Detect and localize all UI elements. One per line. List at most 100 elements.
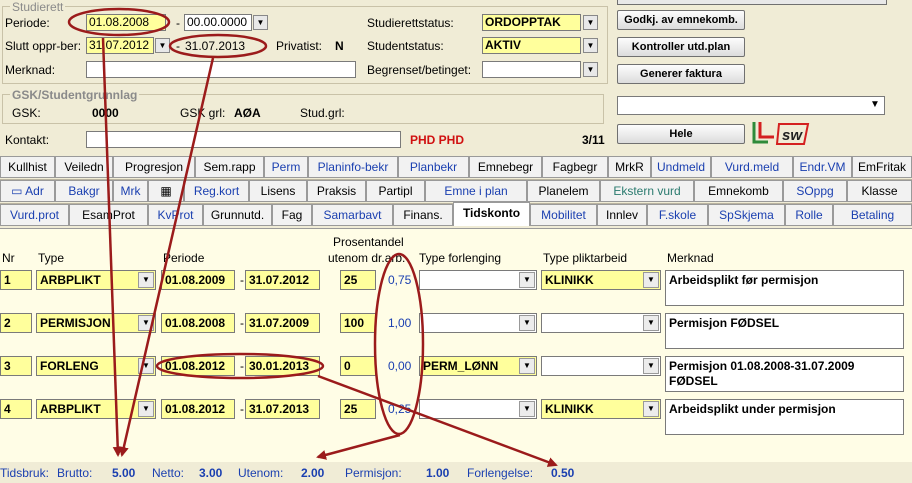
row-type-select[interactable]: ARBPLIKT ▼ [36, 270, 156, 290]
row-plikt-select[interactable]: ▼ [541, 356, 661, 376]
tab-ekstern-vurd[interactable]: Ekstern vurd [600, 180, 694, 202]
tab-planbekr[interactable]: Planbekr [398, 156, 469, 178]
begrenset-dropdown-button[interactable]: ▼ [583, 62, 598, 77]
chevron-down-icon[interactable]: ▼ [643, 401, 659, 417]
row-percent[interactable]: 25 [340, 399, 376, 419]
row-merknad-textarea[interactable]: Arbeidsplikt før permisjon [665, 270, 904, 306]
row-type-select[interactable]: ARBPLIKT ▼ [36, 399, 156, 419]
tab-tidskonto[interactable]: Tidskonto [453, 202, 530, 226]
row-merknad-textarea[interactable]: Permisjon 01.08.2008-31.07.2009 FØDSEL [665, 356, 904, 392]
tab-reg-kort[interactable]: Reg.kort [184, 180, 249, 202]
tab-rolle[interactable]: Rolle [785, 204, 833, 226]
row-merknad-textarea[interactable]: Permisjon FØDSEL [665, 313, 904, 349]
generer-faktura-button[interactable]: Generer faktura [617, 64, 745, 84]
tab-sem-rapp[interactable]: Sem.rapp [195, 156, 264, 178]
tab-emne-i-plan[interactable]: Emne i plan [425, 180, 527, 202]
chevron-down-icon[interactable]: ▼ [643, 272, 659, 288]
chevron-down-icon[interactable]: ▼ [519, 358, 535, 374]
row-plikt-select[interactable]: KLINIKK ▼ [541, 270, 661, 290]
row-from-date[interactable]: 01.08.2012 [161, 399, 235, 419]
row-to-date[interactable]: 30.01.2013 [245, 356, 320, 376]
row-forlenging-select[interactable]: ▼ [419, 399, 537, 419]
tab-vurd-meld[interactable]: Vurd.meld [711, 156, 793, 178]
tab-fag[interactable]: Fag [272, 204, 312, 226]
tab-soppg[interactable]: SOppg [783, 180, 847, 202]
tab-kullhist[interactable]: Kullhist [0, 156, 55, 178]
tab-fagbegr[interactable]: Fagbegr [542, 156, 608, 178]
row-to-date[interactable]: 31.07.2013 [245, 399, 320, 419]
tab-icon[interactable]: ▦ [148, 180, 184, 202]
row-nr[interactable]: 4 [0, 399, 32, 419]
row-type-select[interactable]: PERMISJON ▼ [36, 313, 156, 333]
row-type-select[interactable]: FORLENG ▼ [36, 356, 156, 376]
kontakt-input[interactable] [86, 131, 401, 148]
hele-button[interactable]: Hele [617, 124, 745, 144]
tab-mrk[interactable]: Mrk [113, 180, 148, 202]
row-percent[interactable]: 25 [340, 270, 376, 290]
chevron-down-icon[interactable]: ▼ [138, 358, 154, 374]
tab-f-skole[interactable]: F.skole [647, 204, 708, 226]
tab-bakgr[interactable]: Bakgr [55, 180, 113, 202]
periode-to-dropdown-button[interactable]: ▼ [253, 15, 268, 30]
merknad-input[interactable] [86, 61, 356, 78]
chevron-down-icon[interactable]: ▼ [519, 315, 535, 331]
studierettstatus-dropdown-button[interactable]: ▼ [583, 15, 598, 30]
tab-kvprot[interactable]: KvProt [148, 204, 203, 226]
row-forlenging-select[interactable]: ▼ [419, 270, 537, 290]
row-to-date[interactable]: 31.07.2012 [245, 270, 320, 290]
periode-from-field[interactable]: 01.08.2008 [86, 14, 166, 31]
tab-betaling[interactable]: Betaling [833, 204, 912, 226]
tab-grunnutd[interactable]: Grunnutd. [203, 204, 272, 226]
tab-planinfo-bekr[interactable]: Planinfo-bekr [308, 156, 398, 178]
slutt-dropdown-button[interactable]: ▼ [155, 38, 170, 53]
row-nr[interactable]: 3 [0, 356, 32, 376]
tab-planelem[interactable]: Planelem [527, 180, 600, 202]
studentstatus-select[interactable]: AKTIV [482, 37, 581, 54]
tab-emfritak[interactable]: EmFritak [852, 156, 912, 178]
tab-veiledn[interactable]: Veiledn [55, 156, 113, 178]
tab-vurd-prot[interactable]: Vurd.prot [0, 204, 69, 226]
chevron-down-icon[interactable]: ▼ [519, 272, 535, 288]
tab-praksis[interactable]: Praksis [307, 180, 366, 202]
chevron-down-icon[interactable]: ▼ [138, 315, 154, 331]
chevron-down-icon[interactable]: ▼ [138, 272, 154, 288]
begrenset-select[interactable] [482, 61, 581, 78]
tab-emnekomb[interactable]: Emnekomb [694, 180, 783, 202]
tab-partipl[interactable]: Partipl [366, 180, 425, 202]
row-merknad-textarea[interactable]: Arbeidsplikt under permisjon [665, 399, 904, 435]
row-nr[interactable]: 2 [0, 313, 32, 333]
studierettstatus-select[interactable]: ORDOPPTAK [482, 14, 581, 31]
row-plikt-select[interactable]: ▼ [541, 313, 661, 333]
row-percent[interactable]: 0 [340, 356, 376, 376]
tab-innlev[interactable]: Innlev [597, 204, 647, 226]
tab-undmeld[interactable]: Undmeld [651, 156, 711, 178]
tab-emnebegr[interactable]: Emnebegr [469, 156, 542, 178]
row-forlenging-select[interactable]: ▼ [419, 313, 537, 333]
row-forlenging-select[interactable]: PERM_LØNN ▼ [419, 356, 537, 376]
tab-endr-vm[interactable]: Endr.VM [793, 156, 852, 178]
tab-esamprot[interactable]: EsamProt [69, 204, 148, 226]
tab-progresjon[interactable]: Progresjon [113, 156, 195, 178]
chevron-down-icon[interactable]: ▼ [643, 315, 659, 331]
studentstatus-dropdown-button[interactable]: ▼ [583, 38, 598, 53]
tab-mrkr[interactable]: MrkR [608, 156, 651, 178]
row-plikt-select[interactable]: KLINIKK ▼ [541, 399, 661, 419]
row-nr[interactable]: 1 [0, 270, 32, 290]
chevron-down-icon[interactable]: ▼ [643, 358, 659, 374]
godkj-emnekomb-button[interactable]: Godkj. av emnekomb. [617, 10, 745, 30]
row-from-date[interactable]: 01.08.2008 [161, 313, 235, 333]
right-dropdown[interactable]: ▼ [617, 96, 885, 115]
kontroller-utdplan-button[interactable]: Kontroller utd.plan [617, 37, 745, 57]
row-from-date[interactable]: 01.08.2009 [161, 270, 235, 290]
tab-spskjema[interactable]: SpSkjema [708, 204, 785, 226]
row-to-date[interactable]: 31.07.2009 [245, 313, 320, 333]
row-percent[interactable]: 100 [340, 313, 376, 333]
slutt-field[interactable]: 31.07.2012 [86, 37, 154, 54]
tab-finans[interactable]: Finans. [393, 204, 453, 226]
tab-klasse[interactable]: Klasse [847, 180, 912, 202]
row-from-date[interactable]: 01.08.2012 [161, 356, 235, 376]
periode-to-field[interactable]: 00.00.0000 [184, 14, 252, 31]
tab-adr[interactable]: ▭ Adr [0, 180, 55, 202]
tab-mobilitet[interactable]: Mobilitet [530, 204, 597, 226]
tab-perm[interactable]: Perm [264, 156, 308, 178]
